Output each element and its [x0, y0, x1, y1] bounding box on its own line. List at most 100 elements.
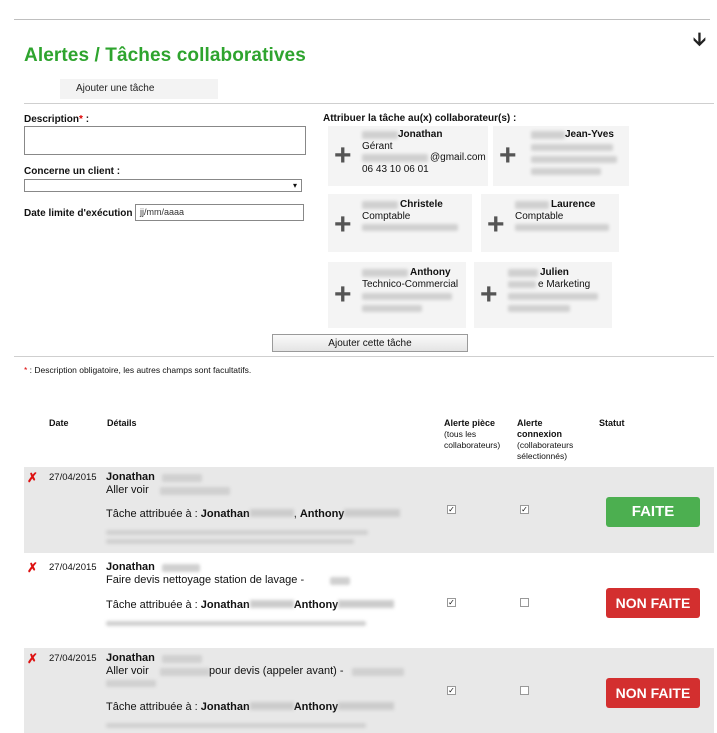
- alert-piece-checkbox[interactable]: ✓: [447, 598, 456, 607]
- row-author: Jonathan: [106, 652, 155, 664]
- redacted-text: [362, 131, 398, 139]
- collaborator-name: Christele: [400, 199, 443, 210]
- collaborator-name: Jean-Yves: [565, 129, 614, 140]
- collaborator-role: Comptable: [362, 211, 411, 222]
- delete-icon[interactable]: ✗: [27, 560, 38, 576]
- description-label: Description* :: [24, 114, 90, 125]
- row-log: [106, 723, 366, 728]
- header-status: Statut: [599, 418, 625, 428]
- redacted-text: [362, 305, 422, 312]
- redacted-text: [531, 156, 617, 163]
- redacted-text: [515, 201, 549, 209]
- header-details: Détails: [107, 418, 137, 428]
- alert-piece-checkbox[interactable]: ✓: [447, 505, 456, 514]
- row-date: 27/04/2015: [49, 472, 97, 483]
- redacted-text: [362, 224, 458, 231]
- plus-icon: +: [334, 278, 352, 311]
- row-assignees: Tâche attribuée à : Jonathan Anthony: [106, 599, 395, 611]
- delete-icon[interactable]: ✗: [27, 651, 38, 667]
- row-description: Aller voir: [106, 484, 149, 496]
- header-alert-piece: Alerte pièce (tous les collaborateurs): [444, 418, 501, 450]
- collaborator-role: Technico-Commercial: [362, 279, 459, 290]
- redacted-text: [508, 293, 598, 300]
- row-description: Faire devis nettoyage station de lavage …: [106, 574, 305, 586]
- add-task-button[interactable]: Ajouter cette tâche: [272, 334, 468, 352]
- row-assignees: Tâche attribuée à : Jonathan, Anthony: [106, 508, 401, 520]
- required-footnote: * : Description obligatoire, les autres …: [24, 365, 252, 375]
- plus-icon: +: [487, 208, 505, 241]
- deadline-date-input[interactable]: jj/mm/aaaa: [135, 204, 304, 221]
- collaborator-card-jean-yves[interactable]: + Jean-Yves: [493, 126, 629, 186]
- collaborator-card-julien[interactable]: + Julien e Marketing: [474, 262, 612, 328]
- redacted-text: [160, 668, 210, 676]
- redacted-text: [508, 305, 570, 312]
- collaborator-phone: 06 43 10 06 01: [362, 164, 429, 175]
- status-button[interactable]: NON FAITE: [606, 588, 700, 618]
- plus-icon: +: [334, 139, 352, 172]
- row-log: [106, 539, 354, 544]
- redacted-text: [162, 564, 200, 572]
- redacted-text: [330, 577, 350, 585]
- table-row: ✗ 27/04/2015 Jonathan Aller voir Tâche a…: [24, 467, 714, 553]
- redacted-text: [531, 168, 601, 175]
- redacted-text: [508, 269, 538, 277]
- redacted-text: [531, 144, 613, 151]
- plus-icon: +: [499, 139, 517, 172]
- collaborator-name: Laurence: [551, 199, 596, 210]
- row-log: [106, 530, 368, 535]
- redacted-text: [362, 201, 398, 209]
- tab-add-task[interactable]: Ajouter une tâche: [60, 79, 218, 99]
- table-row: ✗ 27/04/2015 Jonathan Aller voir pour de…: [24, 648, 714, 733]
- collaborator-name: Julien: [540, 267, 569, 278]
- row-date: 27/04/2015: [49, 653, 97, 664]
- redacted-text: [515, 224, 609, 231]
- plus-icon: +: [334, 208, 352, 241]
- collaborator-role: Comptable: [515, 211, 564, 222]
- description-field[interactable]: [24, 126, 306, 155]
- alert-connexion-checkbox[interactable]: ✓: [520, 505, 529, 514]
- deadline-label: Date limite d'exécution :: [24, 208, 139, 219]
- section-divider: [14, 356, 714, 357]
- collaborator-card-christele[interactable]: + Christele Comptable: [328, 194, 472, 252]
- redacted-text: [352, 668, 404, 676]
- top-divider: [14, 19, 710, 20]
- alert-connexion-checkbox[interactable]: [520, 598, 529, 607]
- redacted-text: [162, 655, 202, 663]
- header-alert-connexion: Alerte connexion (collaborateurs sélecti…: [517, 418, 574, 461]
- status-button[interactable]: FAITE: [606, 497, 700, 527]
- table-row: ✗ 27/04/2015 Jonathan Faire devis nettoy…: [24, 557, 714, 637]
- alert-piece-checkbox[interactable]: ✓: [447, 686, 456, 695]
- row-description-continued: pour devis (appeler avant) -: [209, 665, 344, 677]
- alert-connexion-checkbox[interactable]: [520, 686, 529, 695]
- redacted-text: [508, 281, 536, 288]
- plus-icon: +: [480, 278, 498, 311]
- collaborator-card-jonathan[interactable]: + Jonathan Gérant @gmail.com 06 43 10 06…: [328, 126, 488, 186]
- status-button[interactable]: NON FAITE: [606, 678, 700, 708]
- row-author: Jonathan: [106, 561, 155, 573]
- collaborator-role: Gérant: [362, 141, 393, 152]
- collaborator-email: @gmail.com: [430, 152, 486, 163]
- collaborator-card-laurence[interactable]: + Laurence Comptable: [481, 194, 619, 252]
- page-title: Alertes / Tâches collaboratives: [24, 45, 306, 66]
- redacted-text: [160, 487, 230, 495]
- client-label: Concerne un client :: [24, 166, 121, 177]
- redacted-text: [362, 293, 452, 300]
- header-date: Date: [49, 418, 69, 428]
- collaborator-card-anthony[interactable]: + Anthony Technico-Commercial: [328, 262, 466, 328]
- redacted-text: [106, 680, 156, 687]
- delete-icon[interactable]: ✗: [27, 470, 38, 486]
- collaborator-name: Anthony: [410, 267, 451, 278]
- arrow-down-icon[interactable]: 🡫: [693, 27, 706, 57]
- collaborator-role: e Marketing: [538, 279, 591, 290]
- client-select[interactable]: ▾: [24, 179, 302, 192]
- redacted-text: [362, 154, 428, 162]
- row-log: [106, 621, 366, 626]
- redacted-text: [362, 269, 408, 277]
- row-description: Aller voir: [106, 665, 149, 677]
- collaborator-name: Jonathan: [398, 129, 443, 140]
- redacted-text: [531, 131, 565, 139]
- form-divider: [24, 103, 714, 104]
- row-assignees: Tâche attribuée à : Jonathan Anthony: [106, 701, 395, 713]
- redacted-text: [162, 474, 202, 482]
- row-date: 27/04/2015: [49, 562, 97, 573]
